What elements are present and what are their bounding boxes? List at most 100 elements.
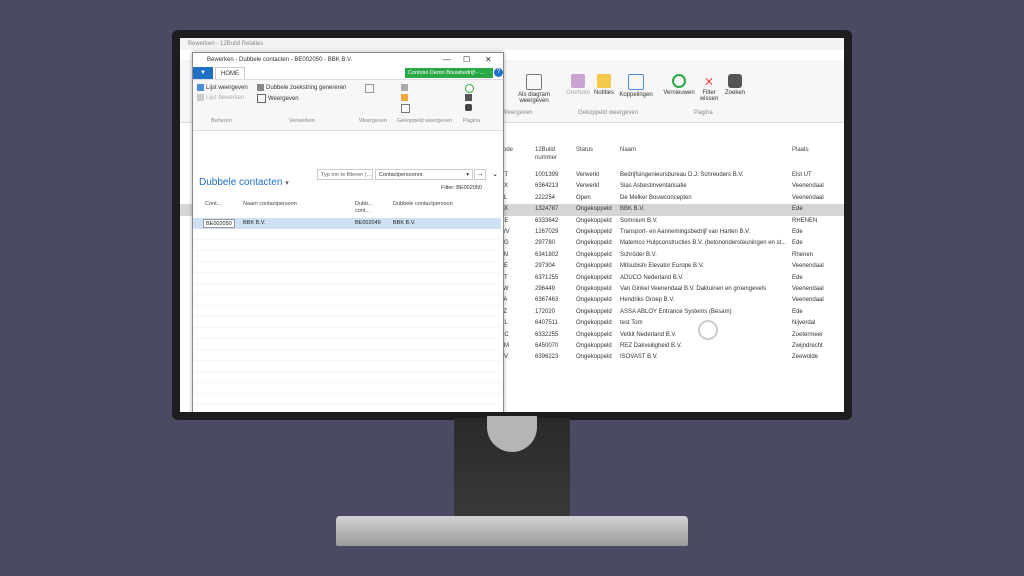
view-label: Weergeven [268, 96, 299, 103]
company-badge[interactable]: Contoso Demo Bouwbedrijf - ... [405, 68, 493, 78]
number-cell: 1267029 [535, 229, 559, 235]
number-cell: 6333642 [535, 217, 559, 224]
collapse-button[interactable]: ⌄ [490, 169, 500, 180]
duplicate-contacts-dialog: Bewerken - Dubbele contacten - BE002050 … [192, 52, 504, 412]
status-cell: Ongekoppeld [576, 206, 612, 213]
diagram-button[interactable]: Als diagram weergeven [514, 74, 554, 104]
contact-no-cell[interactable]: BE002050 [203, 219, 235, 228]
diagram-label: Als diagram weergeven [518, 92, 550, 104]
binoculars-small-icon [465, 104, 472, 111]
group-gekoppeld-dlg: Gekoppeld weergeven [397, 118, 453, 124]
refresh-button[interactable]: Vernieuwen [662, 74, 696, 96]
city-cell: Rhenen [792, 251, 814, 258]
name-cell: Schröder B.V. [620, 251, 657, 258]
list-view-button[interactable]: Lijst weergeven [197, 84, 248, 91]
col-plaats: Plaats [792, 147, 809, 153]
notes-button[interactable]: Notities [592, 74, 616, 96]
status-cell: Ongekoppeld [576, 308, 612, 315]
status-cell: Ongekoppeld [576, 229, 612, 235]
col-12build: 12Build nummer [535, 147, 558, 161]
name-cell: Hendriks Groep B.V. [620, 297, 675, 304]
city-cell: Veenendaal [792, 183, 824, 190]
find-small-button[interactable] [465, 104, 474, 111]
filter-field-select[interactable]: Contactpersoonnr. ▾ [375, 169, 473, 180]
city-cell: Ede [792, 229, 803, 235]
col-contact-no[interactable]: Cont... [205, 201, 221, 208]
name-cell: ADUCO Nederland B.V. [620, 274, 684, 281]
filter-go-button[interactable]: → [474, 169, 486, 180]
notes-label: Notities [593, 90, 614, 96]
number-cell: 6450070 [535, 343, 559, 349]
notes-icon [597, 74, 611, 88]
view-button[interactable]: Weergeven [257, 94, 299, 103]
list-icon [197, 84, 204, 91]
refresh-small-icon [465, 84, 474, 93]
clear-filter-button[interactable]: ⨯ Filter wissen [698, 74, 720, 102]
edit-list-icon [197, 94, 204, 101]
number-cell: 172020 [535, 308, 556, 315]
loading-spinner [698, 320, 718, 340]
col-status: Status [576, 147, 594, 153]
filter-status: Filter: BE002050 [441, 185, 482, 191]
onenote-icon [571, 74, 585, 88]
filter-input[interactable]: Typ om te filteren (... [317, 169, 373, 180]
attachment-icon-button[interactable] [401, 104, 412, 113]
dialog-ribbon: Lijst weergeven Lijst bewerken Dubbele z… [193, 79, 503, 131]
col-dup-name[interactable]: Dubbele contactpersoon [393, 201, 453, 208]
refresh-icon [672, 74, 686, 88]
status-cell: Ongekoppeld [576, 343, 612, 349]
name-cell: Sias Asbestinventarisatie [620, 183, 687, 190]
close-button[interactable]: ✕ [485, 53, 492, 67]
city-cell: Ede [792, 274, 803, 281]
table-row[interactable]: BE002050 BBK B.V. BE002049 BBK B.V. [193, 218, 501, 229]
number-cell: 297780 [535, 240, 556, 247]
document-icon [365, 84, 374, 93]
status-cell: Ongekoppeld [576, 297, 612, 304]
group-weergeven-dlg: Weergeven [359, 118, 388, 124]
chevron-down-icon: ▾ [466, 172, 469, 178]
search-label: Zoeken [724, 90, 745, 96]
number-cell: 6407511 [535, 320, 558, 327]
name-cell: Transport- en Aannemingsbedrijf van Hart… [620, 229, 751, 235]
link-icon-button[interactable] [401, 84, 410, 91]
dup-name-cell: BBK B.V. [393, 220, 416, 226]
city-cell: Veenendaal [792, 286, 824, 292]
city-cell: Zoetermeer [792, 331, 824, 338]
tab-home[interactable]: HOME [215, 67, 245, 79]
page-title: Dubbele contacten ▾ [199, 177, 289, 188]
list-edit-button[interactable]: Lijst bewerken [197, 94, 244, 101]
status-cell: Ongekoppeld [576, 263, 612, 270]
generate-string-button[interactable]: Dubbele zoekstring genereren [257, 84, 346, 91]
name-cell: De Melker Bouwconcepten [620, 194, 692, 201]
weergeven-icon-button[interactable] [365, 84, 376, 93]
city-cell: Veenendaal [792, 297, 824, 304]
title-dropdown-icon[interactable]: ▾ [285, 180, 289, 187]
city-cell: Ede [792, 308, 803, 315]
name-cell: BBK B.V. [620, 206, 645, 213]
number-cell: 1324787 [535, 206, 559, 213]
links-button[interactable]: Koppelingen [618, 74, 654, 98]
maximize-button[interactable]: ☐ [463, 53, 470, 67]
minimize-button[interactable]: — [443, 53, 451, 67]
search-button[interactable]: Zoeken [724, 74, 746, 96]
note-icon-button[interactable] [401, 94, 410, 101]
name-cell: Van Ginkel Veenendaal B.V. Daktuinen en … [620, 286, 767, 292]
help-icon[interactable]: ? [494, 68, 503, 77]
col-contact-name[interactable]: Naam contactpersoon [243, 201, 297, 208]
paperclip-icon [628, 74, 644, 90]
col-dup-no[interactable]: Dubb... cont... [355, 201, 381, 215]
page-title-text: Dubbele contacten [199, 177, 283, 188]
refresh-small-button[interactable] [465, 84, 476, 93]
onenote-button[interactable]: OneNote [566, 74, 590, 96]
number-cell: 1001399 [535, 172, 559, 178]
filter-small-button[interactable] [465, 94, 474, 101]
file-tab[interactable]: ▼ [193, 67, 213, 79]
city-cell: RHENEN [792, 217, 818, 224]
number-cell: 6364213 [535, 183, 559, 190]
dialog-title: Bewerken - Dubbele contacten - BE002050 … [207, 57, 353, 63]
empty-grid [193, 229, 501, 412]
monitor-stand-base [336, 516, 688, 546]
link-icon [401, 84, 408, 91]
name-cell: Bedrijfsingenieursbureau D.J. Schreuders… [620, 172, 744, 178]
status-cell: Ongekoppeld [576, 354, 612, 361]
